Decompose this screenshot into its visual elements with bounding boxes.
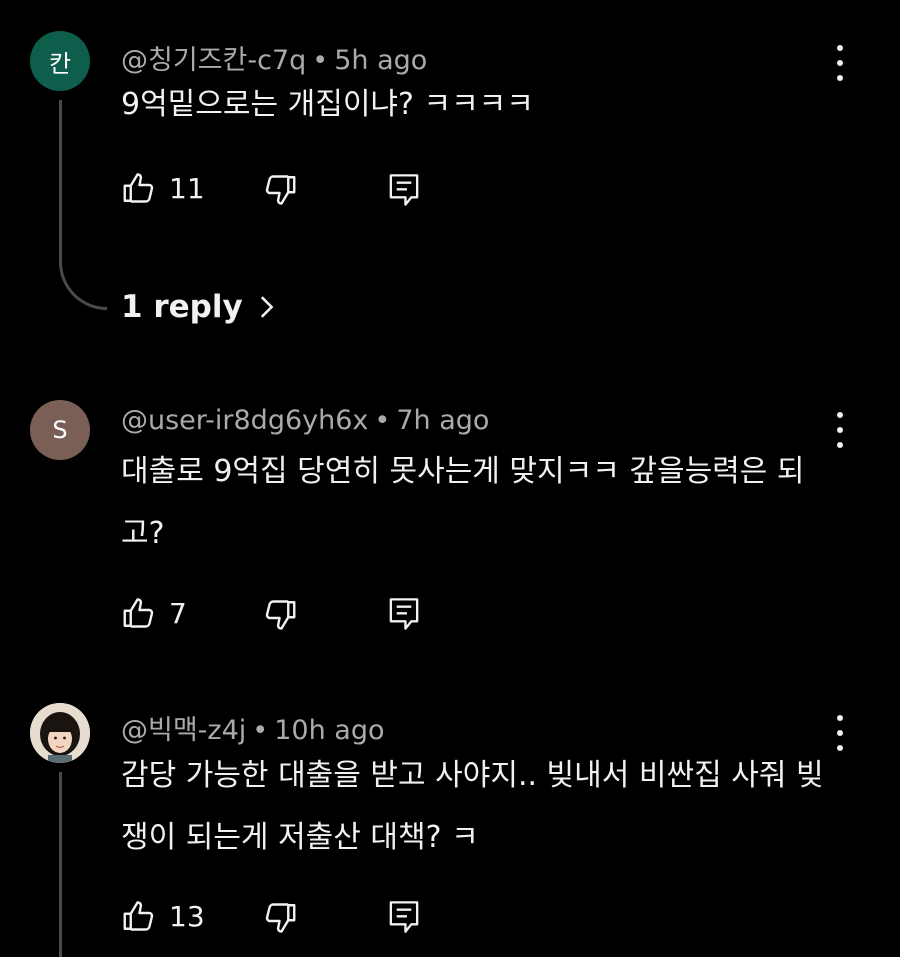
dislike-button[interactable] [262,900,298,936]
comment-text: 대출로 9억집 당연히 못사는게 맞지ㅋㅋ 갚을능력은 되고? [121,454,805,551]
username[interactable]: @빅맥-z4j [121,715,246,746]
like-button[interactable]: 11 [121,170,205,206]
avatar[interactable] [30,703,90,763]
avatar[interactable]: 칸 [30,31,90,91]
comment-meta: @칭기즈칸-c7q • 5h ago [121,38,427,77]
like-button[interactable]: 13 [121,898,205,934]
thumb-up-icon [123,901,154,931]
replies-label: 1 reply [121,289,243,325]
reply-button[interactable] [386,595,422,633]
username[interactable]: @칭기즈칸-c7q [121,45,306,76]
thread-curve [59,240,107,310]
avatar-letter: 칸 [48,49,72,78]
chevron-right-icon [260,296,274,318]
thread-line [59,772,62,957]
thumb-up-icon [123,598,154,628]
comment-icon [389,174,419,206]
comment-icon [389,901,419,933]
thumb-down-icon [265,175,296,205]
separator: • [374,405,391,436]
comment-text: 감당 가능한 대출을 받고 사야지.. 빚내서 비싼집 사줘 빚쟁이 되는게 저… [121,758,824,855]
username[interactable]: @user-ir8dg6yh6x [121,405,368,436]
comment-meta: @빅맥-z4j • 10h ago [121,708,384,747]
reply-button[interactable] [386,898,422,936]
thumb-down-icon [265,600,296,630]
timestamp: 7h ago [396,405,490,436]
profile-photo-icon [30,703,90,763]
like-button[interactable]: 7 [121,595,187,631]
avatar-letter: S [52,416,68,444]
thumb-up-icon [123,173,154,203]
separator: • [252,715,269,746]
dislike-button[interactable] [262,597,298,633]
like-count: 11 [169,171,205,205]
comment-icon [389,598,419,630]
avatar[interactable]: S [30,400,90,460]
like-count: 7 [169,596,187,630]
thread-line [59,100,62,245]
timestamp: 10h ago [274,715,385,746]
view-replies-button[interactable]: 1 reply [121,289,275,325]
comment-text: 9억밑으로는 개집이냐? ㅋㅋㅋㅋ [121,87,534,122]
like-count: 13 [169,899,205,933]
separator: • [312,45,329,76]
comment-meta: @user-ir8dg6yh6x • 7h ago [121,405,489,436]
dislike-button[interactable] [262,172,298,208]
timestamp: 5h ago [334,45,428,76]
thumb-down-icon [265,903,296,933]
reply-button[interactable] [386,171,422,209]
